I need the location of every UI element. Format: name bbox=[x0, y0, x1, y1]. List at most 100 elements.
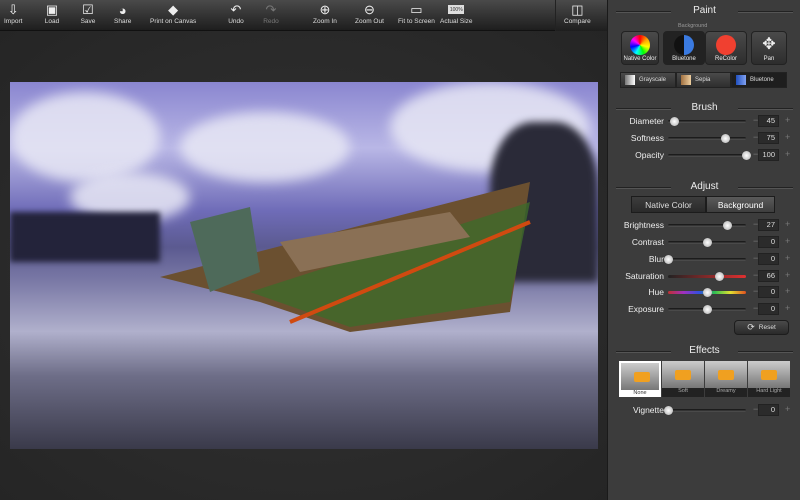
import-button[interactable]: ⇩ Import bbox=[4, 2, 22, 25]
saturation-slider[interactable] bbox=[668, 272, 746, 281]
value-field[interactable]: 45 bbox=[758, 115, 779, 127]
slider-label: Contrast bbox=[631, 237, 664, 247]
red-circle-icon bbox=[716, 35, 736, 55]
pan-icon: ✥ bbox=[762, 36, 776, 53]
compare-label: Compare bbox=[564, 18, 591, 25]
value-field[interactable]: 0 bbox=[758, 286, 779, 298]
value-field[interactable]: 0 bbox=[758, 303, 779, 315]
contrast-slider[interactable] bbox=[668, 238, 746, 247]
effect-hard-light[interactable]: Hard Light bbox=[748, 361, 790, 397]
value-field[interactable]: 0 bbox=[758, 236, 779, 248]
value-field[interactable]: 100 bbox=[758, 149, 779, 161]
slider-thumb[interactable] bbox=[664, 406, 673, 415]
refresh-icon: ⟳ bbox=[747, 322, 755, 332]
tone-grayscale[interactable]: Grayscale bbox=[620, 72, 676, 88]
slider-thumb[interactable] bbox=[722, 221, 732, 230]
actual-size-button[interactable]: 100% Actual Size bbox=[440, 2, 473, 25]
tab-background[interactable]: Background bbox=[706, 196, 775, 213]
label: Zoom In bbox=[313, 18, 337, 25]
recolor-button[interactable]: ReColor bbox=[705, 31, 747, 65]
tone-bluetone[interactable]: Bluetone bbox=[731, 72, 787, 88]
pan-button[interactable]: ✥ Pan bbox=[751, 31, 787, 65]
opacity-slider[interactable] bbox=[668, 151, 751, 160]
tab-native-color[interactable]: Native Color bbox=[631, 196, 706, 213]
vignette-slider-row: Vignette − 0 + bbox=[608, 404, 800, 418]
value-field[interactable]: 0 bbox=[758, 253, 779, 265]
slider-thumb[interactable] bbox=[664, 255, 673, 264]
softness-slider[interactable] bbox=[668, 134, 746, 143]
redo-button[interactable]: ↷ Redo bbox=[263, 2, 279, 25]
label: Dreamy bbox=[716, 388, 736, 394]
exposure-slider[interactable] bbox=[668, 305, 746, 314]
increment-button[interactable]: + bbox=[785, 219, 790, 229]
increment-button[interactable]: + bbox=[785, 132, 790, 142]
label: ReColor bbox=[714, 56, 737, 62]
label: Bluetone bbox=[672, 56, 696, 62]
redo-icon: ↷ bbox=[265, 2, 277, 17]
increment-button[interactable]: + bbox=[785, 404, 790, 414]
slider-thumb[interactable] bbox=[720, 134, 730, 143]
hue-slider[interactable] bbox=[668, 288, 746, 297]
slider-label: Exposure bbox=[628, 304, 664, 314]
zoom-out-button[interactable]: ⊖ Zoom Out bbox=[355, 2, 384, 25]
effect-thumbnail bbox=[621, 363, 659, 390]
save-icon: ☑ bbox=[82, 2, 94, 17]
slider-thumb[interactable] bbox=[703, 288, 712, 297]
bluetone-swatch-icon bbox=[736, 75, 746, 85]
value-field[interactable]: 27 bbox=[758, 219, 779, 231]
effect-none[interactable]: None bbox=[619, 361, 661, 397]
increment-button[interactable]: + bbox=[785, 286, 790, 296]
effects-header: Effects bbox=[608, 345, 800, 356]
increment-button[interactable]: + bbox=[785, 115, 790, 125]
tone-sepia[interactable]: Sepia bbox=[676, 72, 731, 88]
value-field[interactable]: 66 bbox=[758, 270, 779, 282]
slider-thumb[interactable] bbox=[703, 238, 712, 247]
effect-dreamy[interactable]: Dreamy bbox=[705, 361, 747, 397]
slider-thumb[interactable] bbox=[670, 117, 680, 126]
label: Print on Canvas bbox=[150, 18, 197, 25]
undo-button[interactable]: ↶ Undo bbox=[228, 2, 244, 25]
slider-label: Softness bbox=[630, 133, 664, 143]
share-button[interactable]: ◕ Share bbox=[114, 2, 131, 26]
slider-thumb[interactable] bbox=[714, 272, 724, 281]
increment-button[interactable]: + bbox=[785, 253, 790, 263]
paint-header: Paint bbox=[608, 5, 800, 16]
increment-button[interactable]: + bbox=[785, 149, 790, 159]
value-field[interactable]: 75 bbox=[758, 132, 779, 144]
slider-label: Hue bbox=[648, 287, 664, 297]
photo[interactable] bbox=[10, 82, 598, 449]
increment-button[interactable]: + bbox=[785, 270, 790, 280]
effect-soft[interactable]: Soft bbox=[662, 361, 704, 397]
slider-label: Vignette bbox=[632, 405, 664, 415]
adjust-header: Adjust bbox=[608, 181, 800, 192]
bluetone-icon bbox=[674, 35, 694, 55]
effect-thumbnail bbox=[748, 361, 790, 388]
diameter-slider[interactable] bbox=[668, 117, 746, 126]
effect-thumbnail bbox=[705, 361, 747, 388]
label: Grayscale bbox=[639, 77, 667, 83]
print-on-canvas-button[interactable]: ◆ Print on Canvas bbox=[150, 2, 196, 25]
slider-thumb[interactable] bbox=[703, 305, 712, 314]
boat bbox=[160, 182, 531, 332]
native-color-button[interactable]: Native Color bbox=[621, 31, 659, 65]
slider-thumb[interactable] bbox=[742, 151, 751, 160]
fit-to-screen-button[interactable]: ▭ Fit to Screen bbox=[398, 2, 435, 25]
reset-button[interactable]: ⟳ Reset bbox=[734, 320, 789, 335]
label: Save bbox=[80, 18, 96, 25]
label: Import bbox=[4, 18, 23, 25]
load-button[interactable]: ▣ Load bbox=[44, 2, 60, 25]
increment-button[interactable]: + bbox=[785, 236, 790, 246]
vignette-slider[interactable] bbox=[664, 406, 746, 415]
bluetone-button[interactable]: Bluetone bbox=[663, 31, 705, 65]
zoom-in-button[interactable]: ⊕ Zoom In bbox=[313, 2, 337, 25]
brightness-slider[interactable] bbox=[668, 221, 746, 230]
slider-label: Brightness bbox=[623, 220, 664, 230]
increment-button[interactable]: + bbox=[785, 303, 790, 313]
value-field[interactable]: 0 bbox=[758, 404, 779, 416]
side-panel: Paint Background Native Color Bluetone R… bbox=[607, 0, 800, 500]
softness-slider-row: Softness − 75 + bbox=[608, 132, 800, 146]
compare-area: ◫ Compare bbox=[555, 0, 607, 31]
blur-slider[interactable] bbox=[664, 255, 746, 264]
save-button[interactable]: ☑ Save bbox=[80, 2, 96, 25]
compare-button[interactable]: ◫ Compare bbox=[564, 2, 591, 25]
